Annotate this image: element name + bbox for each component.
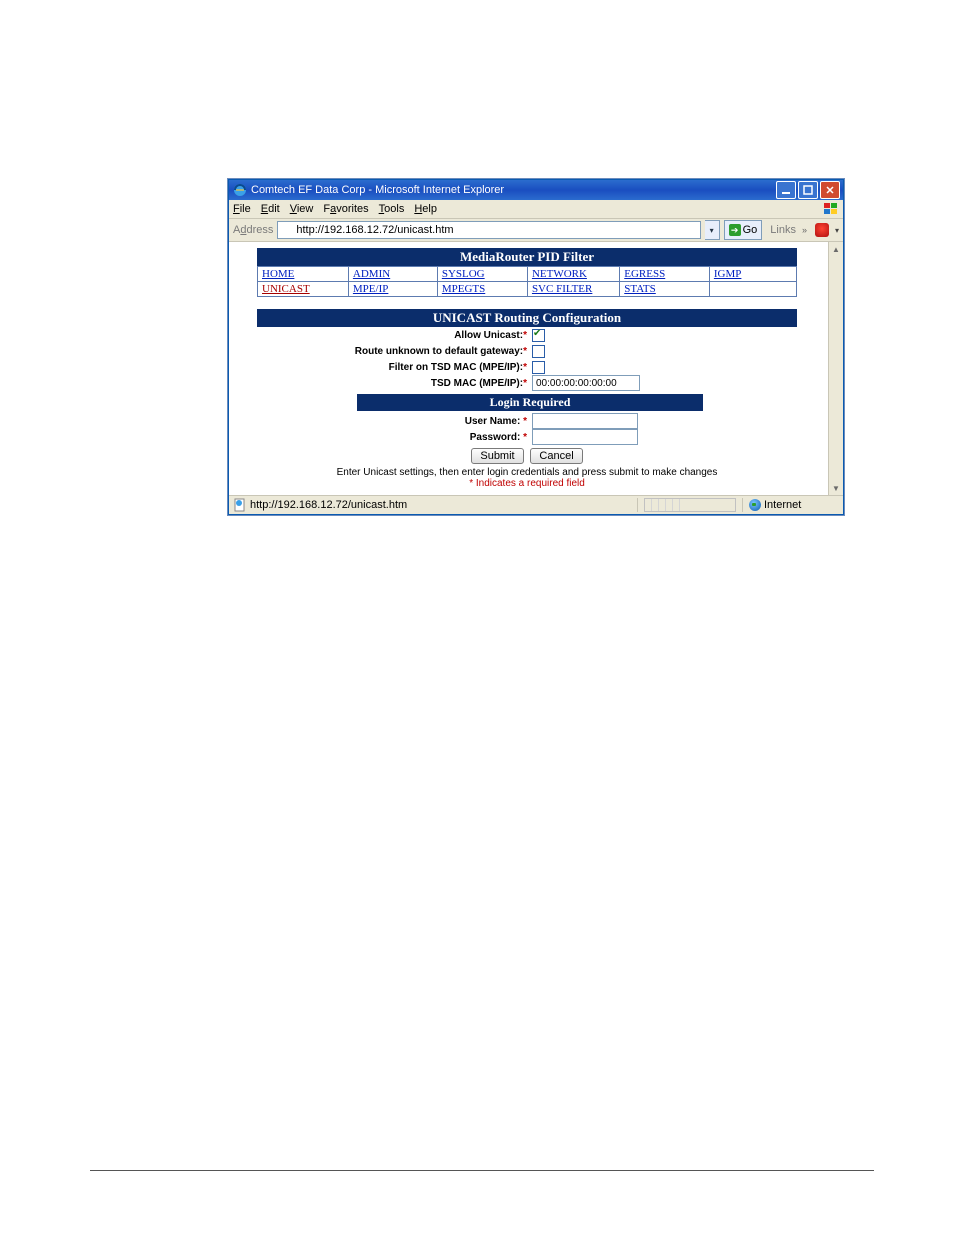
menu-tools[interactable]: Tools — [379, 203, 405, 215]
nav-link-home[interactable]: HOME — [262, 268, 294, 280]
status-url: http://192.168.12.72/unicast.htm — [250, 499, 407, 511]
label-allow-unicast: Allow Unicast: — [454, 330, 523, 341]
section-header-unicast: UNICAST Routing Configuration — [257, 309, 797, 327]
label-tsd-mac: TSD MAC (MPE/IP): — [431, 378, 523, 389]
security-zone: Internet — [749, 499, 839, 511]
input-tsd-mac[interactable] — [532, 375, 640, 391]
close-button[interactable] — [820, 181, 840, 199]
page: Comtech EF Data Corp - Microsoft Interne… — [0, 0, 954, 1235]
maximize-button[interactable] — [798, 181, 818, 199]
login-header: Login Required — [357, 394, 703, 411]
go-arrow-icon: ➔ — [729, 224, 741, 236]
menu-bar: File Edit View Favorites Tools Help — [229, 200, 843, 219]
shield-dropdown-icon[interactable]: ▾ — [835, 226, 839, 235]
submit-button[interactable]: Submit — [471, 448, 523, 464]
button-row: Submit Cancel — [257, 448, 797, 464]
cancel-button[interactable]: Cancel — [530, 448, 582, 464]
status-page-icon — [233, 498, 247, 512]
label-filter-tsd: Filter on TSD MAC (MPE/IP): — [389, 362, 523, 373]
menu-help[interactable]: Help — [414, 203, 437, 215]
row-username: User Name: * — [257, 413, 797, 429]
vertical-scrollbar[interactable]: ▲ ▼ — [828, 242, 843, 495]
page-viewport: MediaRouter PID Filter HOME ADMIN SYSLOG… — [229, 242, 843, 495]
ie-icon — [233, 183, 247, 197]
nav-link-stats[interactable]: STATS — [624, 283, 656, 295]
zone-label: Internet — [764, 499, 801, 511]
title-bar: Comtech EF Data Corp - Microsoft Interne… — [229, 180, 843, 200]
checkbox-filter-tsd[interactable] — [532, 361, 545, 374]
nav-link-igmp[interactable]: IGMP — [714, 268, 742, 280]
row-password: Password: * — [257, 429, 797, 445]
nav-link-mpeip[interactable]: MPE/IP — [353, 283, 388, 295]
links-chevron-icon[interactable]: » — [802, 225, 807, 235]
row-route-unknown: Route unknown to default gateway:* — [257, 343, 797, 359]
address-bar: Address ▾ ➔ Go Links » ▾ — [229, 219, 843, 242]
nav-menu: HOME ADMIN SYSLOG NETWORK EGRESS IGMP UN… — [257, 266, 797, 297]
nav-link-admin[interactable]: ADMIN — [353, 268, 390, 280]
address-dropdown-button[interactable]: ▾ — [705, 220, 720, 240]
menu-edit[interactable]: Edit — [261, 203, 280, 215]
row-allow-unicast: Allow Unicast:* — [257, 327, 797, 343]
input-username[interactable] — [532, 413, 638, 429]
nav-link-mpegts[interactable]: MPEGTS — [442, 283, 485, 295]
checkbox-route-unknown[interactable] — [532, 345, 545, 358]
nav-link-egress[interactable]: EGRESS — [624, 268, 665, 280]
address-label: Address — [233, 224, 273, 236]
menu-favorites[interactable]: Favorites — [323, 203, 368, 215]
nav-link-unicast[interactable]: UNICAST — [262, 283, 310, 295]
nav-row-1: HOME ADMIN SYSLOG NETWORK EGRESS IGMP — [258, 267, 797, 282]
menu-view[interactable]: View — [290, 203, 314, 215]
label-route-unknown: Route unknown to default gateway: — [355, 346, 523, 357]
input-password[interactable] — [532, 429, 638, 445]
row-tsd-mac: TSD MAC (MPE/IP):* — [257, 375, 797, 391]
label-username: User Name: — [465, 416, 521, 427]
required-text: * Indicates a required field — [257, 478, 797, 489]
page-title-banner: MediaRouter PID Filter — [257, 248, 797, 266]
status-bar: http://192.168.12.72/unicast.htm Interne… — [229, 495, 843, 514]
internet-zone-icon — [749, 499, 761, 511]
browser-window: Comtech EF Data Corp - Microsoft Interne… — [228, 179, 844, 515]
nav-link-syslog[interactable]: SYSLOG — [442, 268, 485, 280]
links-label[interactable]: Links — [770, 224, 796, 236]
minimize-button[interactable] — [776, 181, 796, 199]
nav-link-svcfilter[interactable]: SVC FILTER — [532, 283, 592, 295]
menu-file[interactable]: File — [233, 203, 251, 215]
progress-bar — [644, 498, 736, 512]
nav-empty-cell — [709, 282, 796, 297]
help-text: Enter Unicast settings, then enter login… — [257, 467, 797, 478]
go-button[interactable]: ➔ Go — [724, 220, 763, 240]
window-controls — [776, 181, 840, 199]
nav-link-network[interactable]: NETWORK — [532, 268, 587, 280]
security-shield-icon[interactable] — [815, 223, 829, 237]
unicast-form: Allow Unicast:* Route unknown to default… — [257, 327, 797, 489]
windows-flag-icon — [823, 202, 839, 216]
document-footer-rule — [90, 1168, 874, 1173]
address-input[interactable] — [277, 221, 700, 239]
checkbox-allow-unicast[interactable] — [532, 329, 545, 342]
row-filter-tsd: Filter on TSD MAC (MPE/IP):* — [257, 359, 797, 375]
nav-row-2: UNICAST MPE/IP MPEGTS SVC FILTER STATS — [258, 282, 797, 297]
label-password: Password: — [470, 432, 521, 443]
address-input-wrap — [277, 221, 700, 239]
scroll-up-icon[interactable]: ▲ — [829, 242, 843, 256]
window-title: Comtech EF Data Corp - Microsoft Interne… — [251, 184, 776, 196]
go-label: Go — [743, 224, 758, 236]
scroll-down-icon[interactable]: ▼ — [829, 481, 843, 495]
